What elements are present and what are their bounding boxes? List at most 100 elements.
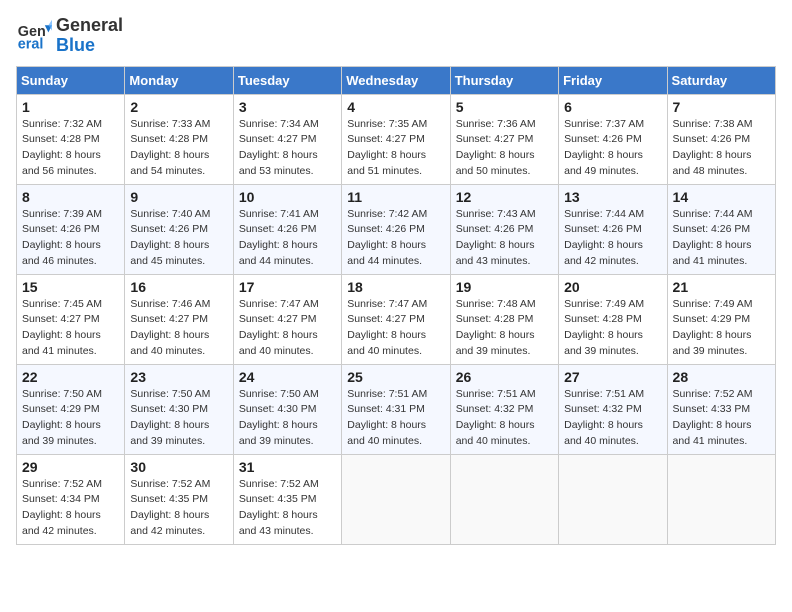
day-number: 28 [673, 369, 770, 385]
day-number: 27 [564, 369, 661, 385]
calendar-cell: 24 Sunrise: 7:50 AM Sunset: 4:30 PM Dayl… [233, 364, 341, 454]
day-number: 1 [22, 99, 119, 115]
sunset-label: Sunset: 4:32 PM [456, 403, 534, 415]
sunset-label: Sunset: 4:27 PM [22, 313, 100, 325]
calendar-week-2: 8 Sunrise: 7:39 AM Sunset: 4:26 PM Dayli… [17, 184, 776, 274]
sunset-label: Sunset: 4:34 PM [22, 493, 100, 505]
sunrise-label: Sunrise: 7:33 AM [130, 118, 210, 130]
day-number: 4 [347, 99, 444, 115]
daylight-label: Daylight: 8 hours and 39 minutes. [673, 329, 752, 357]
day-number: 20 [564, 279, 661, 295]
calendar-cell: 18 Sunrise: 7:47 AM Sunset: 4:27 PM Dayl… [342, 274, 450, 364]
calendar-cell: 12 Sunrise: 7:43 AM Sunset: 4:26 PM Dayl… [450, 184, 558, 274]
calendar-cell [559, 454, 667, 544]
daylight-label: Daylight: 8 hours and 40 minutes. [239, 329, 318, 357]
daylight-label: Daylight: 8 hours and 40 minutes. [456, 419, 535, 447]
daylight-label: Daylight: 8 hours and 56 minutes. [22, 149, 101, 177]
sunset-label: Sunset: 4:30 PM [130, 403, 208, 415]
day-info: Sunrise: 7:50 AM Sunset: 4:30 PM Dayligh… [239, 387, 336, 450]
day-number: 5 [456, 99, 553, 115]
calendar-cell: 28 Sunrise: 7:52 AM Sunset: 4:33 PM Dayl… [667, 364, 775, 454]
daylight-label: Daylight: 8 hours and 39 minutes. [564, 329, 643, 357]
sunset-label: Sunset: 4:26 PM [673, 133, 751, 145]
sunrise-label: Sunrise: 7:40 AM [130, 208, 210, 220]
sunset-label: Sunset: 4:27 PM [239, 313, 317, 325]
day-number: 9 [130, 189, 227, 205]
calendar-week-5: 29 Sunrise: 7:52 AM Sunset: 4:34 PM Dayl… [17, 454, 776, 544]
daylight-label: Daylight: 8 hours and 40 minutes. [347, 419, 426, 447]
daylight-label: Daylight: 8 hours and 41 minutes. [673, 419, 752, 447]
sunset-label: Sunset: 4:28 PM [564, 313, 642, 325]
daylight-label: Daylight: 8 hours and 49 minutes. [564, 149, 643, 177]
calendar-cell: 2 Sunrise: 7:33 AM Sunset: 4:28 PM Dayli… [125, 94, 233, 184]
sunrise-label: Sunrise: 7:51 AM [347, 388, 427, 400]
calendar-cell: 17 Sunrise: 7:47 AM Sunset: 4:27 PM Dayl… [233, 274, 341, 364]
daylight-label: Daylight: 8 hours and 42 minutes. [22, 509, 101, 537]
day-info: Sunrise: 7:36 AM Sunset: 4:27 PM Dayligh… [456, 117, 553, 180]
day-number: 12 [456, 189, 553, 205]
calendar-cell: 8 Sunrise: 7:39 AM Sunset: 4:26 PM Dayli… [17, 184, 125, 274]
day-number: 10 [239, 189, 336, 205]
daylight-label: Daylight: 8 hours and 39 minutes. [456, 329, 535, 357]
sunrise-label: Sunrise: 7:48 AM [456, 298, 536, 310]
logo: Gen eral General Blue [16, 16, 123, 56]
daylight-label: Daylight: 8 hours and 44 minutes. [347, 239, 426, 267]
day-number: 13 [564, 189, 661, 205]
day-number: 30 [130, 459, 227, 475]
sunrise-label: Sunrise: 7:46 AM [130, 298, 210, 310]
day-number: 19 [456, 279, 553, 295]
sunset-label: Sunset: 4:26 PM [564, 133, 642, 145]
calendar-cell: 31 Sunrise: 7:52 AM Sunset: 4:35 PM Dayl… [233, 454, 341, 544]
sunrise-label: Sunrise: 7:49 AM [673, 298, 753, 310]
day-header-friday: Friday [559, 66, 667, 94]
sunrise-label: Sunrise: 7:32 AM [22, 118, 102, 130]
calendar-cell: 26 Sunrise: 7:51 AM Sunset: 4:32 PM Dayl… [450, 364, 558, 454]
day-number: 6 [564, 99, 661, 115]
calendar-cell: 23 Sunrise: 7:50 AM Sunset: 4:30 PM Dayl… [125, 364, 233, 454]
sunset-label: Sunset: 4:26 PM [564, 223, 642, 235]
day-number: 3 [239, 99, 336, 115]
daylight-label: Daylight: 8 hours and 51 minutes. [347, 149, 426, 177]
day-info: Sunrise: 7:42 AM Sunset: 4:26 PM Dayligh… [347, 207, 444, 270]
day-info: Sunrise: 7:32 AM Sunset: 4:28 PM Dayligh… [22, 117, 119, 180]
day-number: 22 [22, 369, 119, 385]
day-info: Sunrise: 7:52 AM Sunset: 4:33 PM Dayligh… [673, 387, 770, 450]
daylight-label: Daylight: 8 hours and 39 minutes. [22, 419, 101, 447]
logo-general: General [56, 15, 123, 35]
calendar-cell [342, 454, 450, 544]
sunrise-label: Sunrise: 7:52 AM [130, 478, 210, 490]
sunrise-label: Sunrise: 7:45 AM [22, 298, 102, 310]
day-number: 2 [130, 99, 227, 115]
calendar-cell: 29 Sunrise: 7:52 AM Sunset: 4:34 PM Dayl… [17, 454, 125, 544]
day-number: 21 [673, 279, 770, 295]
sunset-label: Sunset: 4:27 PM [456, 133, 534, 145]
day-info: Sunrise: 7:51 AM Sunset: 4:32 PM Dayligh… [456, 387, 553, 450]
calendar-cell: 9 Sunrise: 7:40 AM Sunset: 4:26 PM Dayli… [125, 184, 233, 274]
calendar-cell: 4 Sunrise: 7:35 AM Sunset: 4:27 PM Dayli… [342, 94, 450, 184]
daylight-label: Daylight: 8 hours and 50 minutes. [456, 149, 535, 177]
sunrise-label: Sunrise: 7:44 AM [564, 208, 644, 220]
day-info: Sunrise: 7:52 AM Sunset: 4:35 PM Dayligh… [130, 477, 227, 540]
sunset-label: Sunset: 4:35 PM [130, 493, 208, 505]
calendar-cell: 30 Sunrise: 7:52 AM Sunset: 4:35 PM Dayl… [125, 454, 233, 544]
sunset-label: Sunset: 4:26 PM [456, 223, 534, 235]
day-info: Sunrise: 7:48 AM Sunset: 4:28 PM Dayligh… [456, 297, 553, 360]
day-header-sunday: Sunday [17, 66, 125, 94]
sunrise-label: Sunrise: 7:50 AM [22, 388, 102, 400]
sunrise-label: Sunrise: 7:50 AM [130, 388, 210, 400]
header-row: SundayMondayTuesdayWednesdayThursdayFrid… [17, 66, 776, 94]
sunrise-label: Sunrise: 7:41 AM [239, 208, 319, 220]
day-info: Sunrise: 7:37 AM Sunset: 4:26 PM Dayligh… [564, 117, 661, 180]
daylight-label: Daylight: 8 hours and 42 minutes. [130, 509, 209, 537]
sunrise-label: Sunrise: 7:47 AM [239, 298, 319, 310]
sunrise-label: Sunrise: 7:47 AM [347, 298, 427, 310]
day-info: Sunrise: 7:52 AM Sunset: 4:34 PM Dayligh… [22, 477, 119, 540]
daylight-label: Daylight: 8 hours and 41 minutes. [673, 239, 752, 267]
sunrise-label: Sunrise: 7:44 AM [673, 208, 753, 220]
sunset-label: Sunset: 4:27 PM [347, 313, 425, 325]
day-number: 26 [456, 369, 553, 385]
sunset-label: Sunset: 4:29 PM [673, 313, 751, 325]
calendar-cell: 15 Sunrise: 7:45 AM Sunset: 4:27 PM Dayl… [17, 274, 125, 364]
sunset-label: Sunset: 4:31 PM [347, 403, 425, 415]
daylight-label: Daylight: 8 hours and 40 minutes. [130, 329, 209, 357]
